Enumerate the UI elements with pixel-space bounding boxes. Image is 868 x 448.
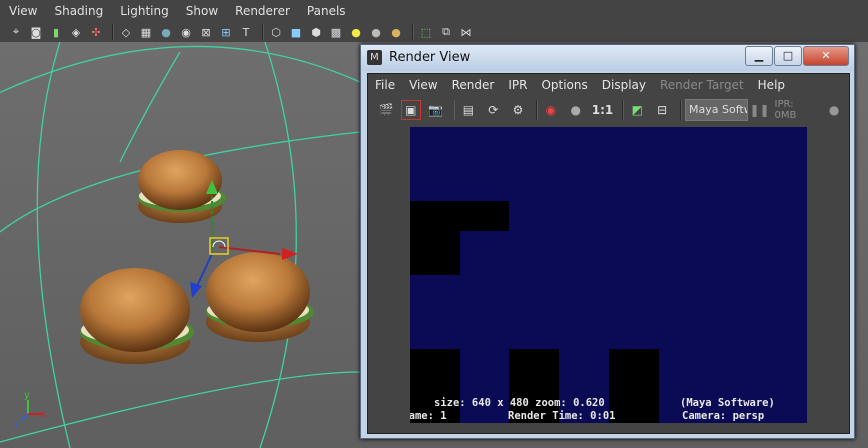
bookmark-icon[interactable]: ▮ (48, 24, 64, 40)
pause-ipr-icon[interactable]: ❚❚ (749, 100, 769, 120)
render-region-icon[interactable]: ▣ (400, 100, 421, 120)
render-silhouette (410, 231, 460, 275)
alpha-channel-icon[interactable]: ● (566, 100, 586, 120)
rv-menu-render[interactable]: Render (445, 78, 502, 92)
hud-size-zoom: size: 640 x 480 zoom: 0.620 (434, 397, 605, 409)
axis-gizmo: y x z (14, 390, 46, 430)
render-canvas-area[interactable]: size: 640 x 480 zoom: 0.620 (Maya Softwa… (368, 124, 849, 433)
axis-label-y: y (24, 390, 30, 401)
menu-panels[interactable]: Panels (298, 4, 354, 18)
hamburger-bottom-left[interactable] (80, 268, 194, 364)
toolbar-separator (453, 100, 456, 120)
ipr-render-icon[interactable]: ▤ (458, 100, 478, 120)
render-view-body: File View Render IPR Options Display Ren… (367, 73, 850, 434)
axis-label-x: x (40, 409, 46, 420)
keep-image-icon[interactable]: ◩ (627, 100, 647, 120)
hamburger-right[interactable] (206, 252, 314, 342)
smooth-shade-icon[interactable]: ● (158, 24, 174, 40)
all-lights-icon[interactable]: T (238, 24, 254, 40)
one-to-one-button[interactable]: 1:1 (591, 100, 615, 120)
renderer-dropdown[interactable]: Maya Software (685, 99, 748, 121)
maximize-button[interactable]: □ (774, 46, 802, 66)
camera-icon[interactable]: ⌖ (8, 24, 24, 40)
toolbar-separator (535, 100, 538, 120)
render-view-titlebar[interactable]: M Render View ▁ □ ✕ (361, 45, 854, 71)
sphere-wireframe (0, 42, 361, 448)
close-button[interactable]: ✕ (803, 46, 849, 66)
default-lighting-icon[interactable]: ⊞ (218, 24, 234, 40)
shaded-icon[interactable]: ▦ (138, 24, 154, 40)
menu-renderer[interactable]: Renderer (226, 4, 298, 18)
sphere-gray-icon[interactable]: ● (368, 24, 384, 40)
select-camera-icon[interactable]: ⬡ (268, 24, 284, 40)
rv-menu-display[interactable]: Display (595, 78, 653, 92)
ipr-status-icon: ● (828, 103, 840, 117)
maya-app-icon: M (367, 50, 382, 65)
toolbar-separator (262, 24, 264, 40)
hud-renderer: (Maya Software) (680, 397, 775, 409)
ipr-memory-label: IPR: 0MB (774, 99, 797, 121)
remove-image-icon[interactable]: ⊟ (652, 100, 672, 120)
menu-view[interactable]: View (0, 4, 45, 18)
rv-menu-render-target: Render Target (659, 78, 744, 92)
panel-toolbar: ⌖ ◙ ▮ ◈ ✣ ◇ ▦ ● ◉ ⊠ ⊞ T ⬡ ■ ⬢ ▩ ● ● ● ⬚ … (0, 22, 868, 42)
render-view-menubar: File View Render IPR Options Display Ren… (368, 74, 849, 96)
rv-menu-ipr[interactable]: IPR (501, 78, 534, 92)
toolbar-separator (112, 24, 114, 40)
resolution-gate-icon[interactable]: ▩ (328, 24, 344, 40)
copy-panel-icon[interactable]: ⧉ (438, 24, 454, 40)
hud-camera: Camera: persp (682, 410, 765, 422)
hud-frame: Frame: 1 (410, 410, 447, 422)
render-silhouette (410, 201, 509, 231)
hud-render-time: Render Time: 0:01 (508, 410, 616, 422)
panel-menubar: View Shading Lighting Show Renderer Pane… (0, 0, 868, 22)
textured-icon[interactable]: ◉ (178, 24, 194, 40)
sphere-light-icon[interactable]: ● (348, 24, 364, 40)
share-icon[interactable]: ⋈ (458, 24, 474, 40)
refresh-icon[interactable]: ⟳ (483, 100, 503, 120)
rendered-image: size: 640 x 480 zoom: 0.620 (Maya Softwa… (410, 127, 807, 423)
menu-shading[interactable]: Shading (45, 4, 111, 18)
image-plane-icon[interactable]: ◈ (68, 24, 84, 40)
film-gate-icon[interactable]: ⬢ (308, 24, 324, 40)
rv-menu-view[interactable]: View (402, 78, 444, 92)
wireframe-icon[interactable]: ◇ (118, 24, 134, 40)
rgb-channels-icon[interactable]: ◉ (541, 100, 561, 120)
snapshot-icon[interactable]: 📷 (426, 100, 446, 120)
camera-attributes-icon[interactable]: ◙ (28, 24, 44, 40)
xray-icon[interactable]: ⊠ (198, 24, 214, 40)
render-view-title: Render View (389, 50, 471, 65)
toolbar-separator (412, 24, 414, 40)
render-settings-icon[interactable]: ⚙ (508, 100, 528, 120)
sphere-gold-icon[interactable]: ● (388, 24, 404, 40)
rv-menu-help[interactable]: Help (751, 78, 792, 92)
menu-lighting[interactable]: Lighting (111, 4, 177, 18)
toolbar-separator (680, 100, 683, 120)
render-silhouette (609, 349, 659, 423)
menu-show[interactable]: Show (177, 4, 226, 18)
render-view-toolbar: 🎬 ▣ 📷 ▤ ⟳ ⚙ ◉ ● 1:1 ◩ ⊟ Maya Software ❚❚… (368, 96, 849, 124)
rv-menu-file[interactable]: File (368, 78, 402, 92)
toolbar-separator (622, 100, 625, 120)
axis-label-z: z (14, 419, 19, 430)
select-highlight-icon[interactable]: ⬚ (418, 24, 434, 40)
minimize-button[interactable]: ▁ (745, 46, 773, 66)
isolate-icon[interactable]: ■ (288, 24, 304, 40)
render-view-window: M Render View ▁ □ ✕ File View Render IPR… (360, 44, 855, 439)
grid-toggle-icon[interactable]: ✣ (88, 24, 104, 40)
redo-render-icon[interactable]: 🎬 (376, 100, 396, 120)
rv-menu-options[interactable]: Options (534, 78, 594, 92)
